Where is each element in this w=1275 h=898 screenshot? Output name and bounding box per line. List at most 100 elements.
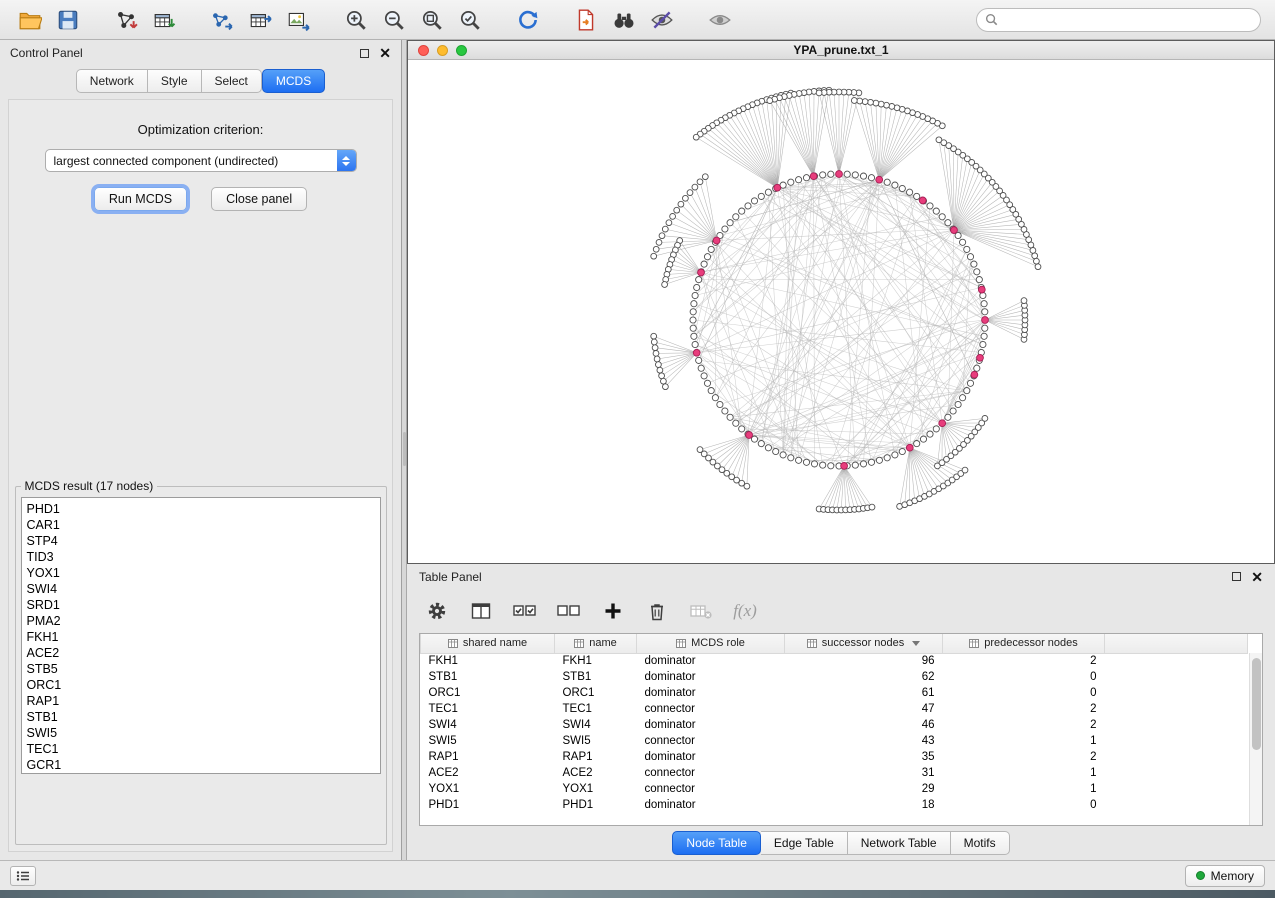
ring-node[interactable] [751,198,757,204]
ring-node[interactable] [892,452,898,458]
ring-node[interactable] [927,203,933,209]
leaf-node[interactable] [697,179,703,185]
ring-node[interactable] [803,175,809,181]
ring-node[interactable] [950,408,956,414]
table-row[interactable]: YOX1YOX1connector291 [421,781,1248,797]
ring-node[interactable] [694,284,700,290]
column-header[interactable]: shared name [421,634,555,653]
leaf-node[interactable] [656,240,662,246]
save-icon[interactable] [52,5,84,35]
leaf-node[interactable] [884,102,890,108]
mcds-list-item[interactable]: GCR1 [27,757,380,773]
leaf-node[interactable] [652,345,658,351]
leaf-node[interactable] [936,137,942,143]
ring-node[interactable] [727,220,733,226]
leaf-node[interactable] [1030,248,1036,254]
ring-node[interactable] [955,401,961,407]
ring-node[interactable] [892,182,898,188]
mcds-hub-node[interactable] [810,173,817,180]
mcds-list-item[interactable]: TEC1 [27,741,380,757]
ring-node[interactable] [692,292,698,298]
function-builder-icon[interactable]: f(x) [731,598,759,624]
table-row[interactable]: STB1STB1dominator620 [421,669,1248,685]
ring-node[interactable] [796,177,802,183]
ring-node[interactable] [722,226,728,232]
mcds-hub-node[interactable] [841,463,848,470]
ring-node[interactable] [717,401,723,407]
leaf-node[interactable] [666,220,672,226]
export-table-icon[interactable] [244,5,276,35]
ring-node[interactable] [712,395,718,401]
leaf-node[interactable] [767,98,773,104]
table-row[interactable]: PHD1PHD1dominator180 [421,797,1248,813]
ring-node[interactable] [933,208,939,214]
mcds-hub-node[interactable] [693,349,700,356]
table-row[interactable]: SWI4SWI4dominator462 [421,717,1248,733]
ring-node[interactable] [704,254,710,260]
mcds-list-item[interactable]: PMA2 [27,613,380,629]
mcds-list-item[interactable]: PHD1 [27,501,380,517]
ring-node[interactable] [811,461,817,467]
ring-node[interactable] [933,426,939,432]
ring-node[interactable] [733,214,739,220]
ring-node[interactable] [745,203,751,209]
ring-node[interactable] [708,246,714,252]
tab-mcds[interactable]: MCDS [262,69,325,93]
ring-node[interactable] [939,214,945,220]
leaf-node[interactable] [653,246,659,252]
ring-node[interactable] [696,357,702,363]
ring-node[interactable] [982,309,988,315]
ring-node[interactable] [698,365,704,371]
leaf-node[interactable] [693,134,699,140]
leaf-node[interactable] [674,207,680,213]
ring-node[interactable] [860,461,866,467]
table-row[interactable]: ORC1ORC1dominator610 [421,685,1248,701]
ring-node[interactable] [708,388,714,394]
column-header[interactable]: name [555,634,637,653]
close-panel-icon[interactable]: ✕ [379,46,391,60]
mcds-list-item[interactable]: STB1 [27,709,380,725]
ring-node[interactable] [852,462,858,468]
ring-node[interactable] [701,261,707,267]
mcds-hub-node[interactable] [978,286,985,293]
ring-node[interactable] [690,309,696,315]
search-box[interactable] [976,8,1261,32]
ring-node[interactable] [899,185,905,191]
mcds-list-item[interactable]: YOX1 [27,565,380,581]
leaf-node[interactable] [1035,264,1041,270]
leaf-node[interactable] [659,233,665,239]
leaf-node[interactable] [662,226,668,232]
ring-node[interactable] [914,441,920,447]
ring-node[interactable] [945,414,951,420]
ring-node[interactable] [739,426,745,432]
leaf-node[interactable] [816,90,822,96]
leaf-node[interactable] [889,104,895,110]
tab-motifs[interactable]: Motifs [951,831,1010,855]
column-header[interactable]: MCDS role [637,634,785,653]
zoom-in-icon[interactable] [340,5,372,35]
ring-node[interactable] [960,395,966,401]
scrollbar-thumb[interactable] [1252,658,1261,750]
mcds-hub-node[interactable] [951,227,958,234]
ring-node[interactable] [852,172,858,178]
mcds-list-item[interactable]: RAP1 [27,693,380,709]
mcds-list-item[interactable]: STB5 [27,661,380,677]
column-layout-icon[interactable] [467,598,495,624]
ring-node[interactable] [876,457,882,463]
ring-node[interactable] [974,365,980,371]
tab-node-table[interactable]: Node Table [672,831,761,855]
mcds-hub-node[interactable] [977,354,984,361]
mcds-list-item[interactable]: SWI5 [27,725,380,741]
ring-node[interactable] [820,462,826,468]
mcds-list-item[interactable]: TID3 [27,549,380,565]
ring-node[interactable] [981,301,987,307]
network-canvas[interactable] [408,60,1274,558]
mcds-list-item[interactable]: FKH1 [27,629,380,645]
mcds-list-item[interactable]: SWI4 [27,581,380,597]
ring-node[interactable] [788,455,794,461]
leaf-node[interactable] [651,339,657,345]
search-input[interactable] [1004,13,1252,27]
tab-network-table[interactable]: Network Table [848,831,951,855]
ring-node[interactable] [868,175,874,181]
leaf-node[interactable] [654,356,660,362]
